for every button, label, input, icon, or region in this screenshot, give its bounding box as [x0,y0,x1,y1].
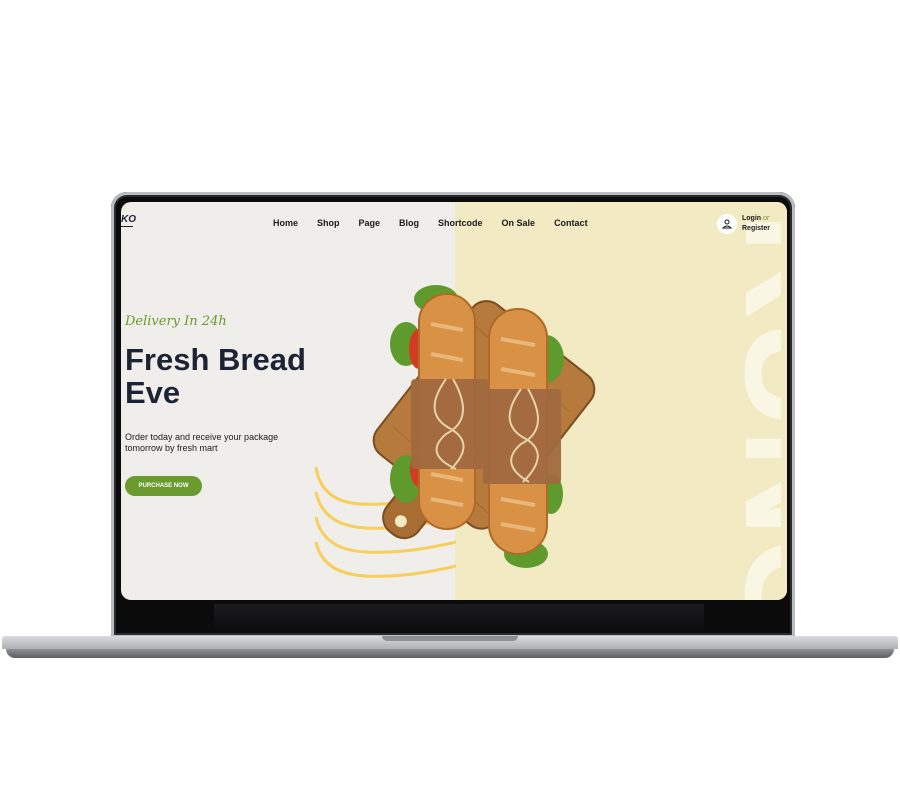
auth-links: Login or Register [742,214,770,234]
laptop-screen: RUNC KO Home Shop Page Blog Shortcode On… [121,202,787,600]
laptop-notch [382,636,518,641]
nav-blog[interactable]: Blog [399,218,419,228]
nav-shop[interactable]: Shop [317,218,340,228]
user-icon[interactable] [717,214,737,234]
keyboard-reflection [214,604,704,632]
hero-tagline: Delivery In 24h [125,314,227,329]
hero-headline: Fresh Bread Eve [125,342,306,410]
register-link[interactable]: Register [742,225,770,232]
nav-shortcode[interactable]: Shortcode [438,218,483,228]
purchase-now-button[interactable]: PURCHASE NOW [125,476,202,496]
logo-underline [121,226,133,227]
sandwich-image [372,285,596,568]
nav-page[interactable]: Page [359,218,381,228]
site-logo[interactable]: KO [121,214,136,225]
auth-or-text: or [763,215,770,222]
laptop-base-bottom [6,649,894,658]
main-nav: Home Shop Page Blog Shortcode On Sale Co… [273,218,588,228]
login-link[interactable]: Login [742,215,761,222]
laptop-base [2,636,898,658]
nav-contact[interactable]: Contact [554,218,588,228]
nav-on-sale[interactable]: On Sale [502,218,536,228]
nav-home[interactable]: Home [273,218,298,228]
hero-subtext: Order today and receive your package tom… [125,432,279,453]
background-word-text: RUNC [714,212,781,600]
